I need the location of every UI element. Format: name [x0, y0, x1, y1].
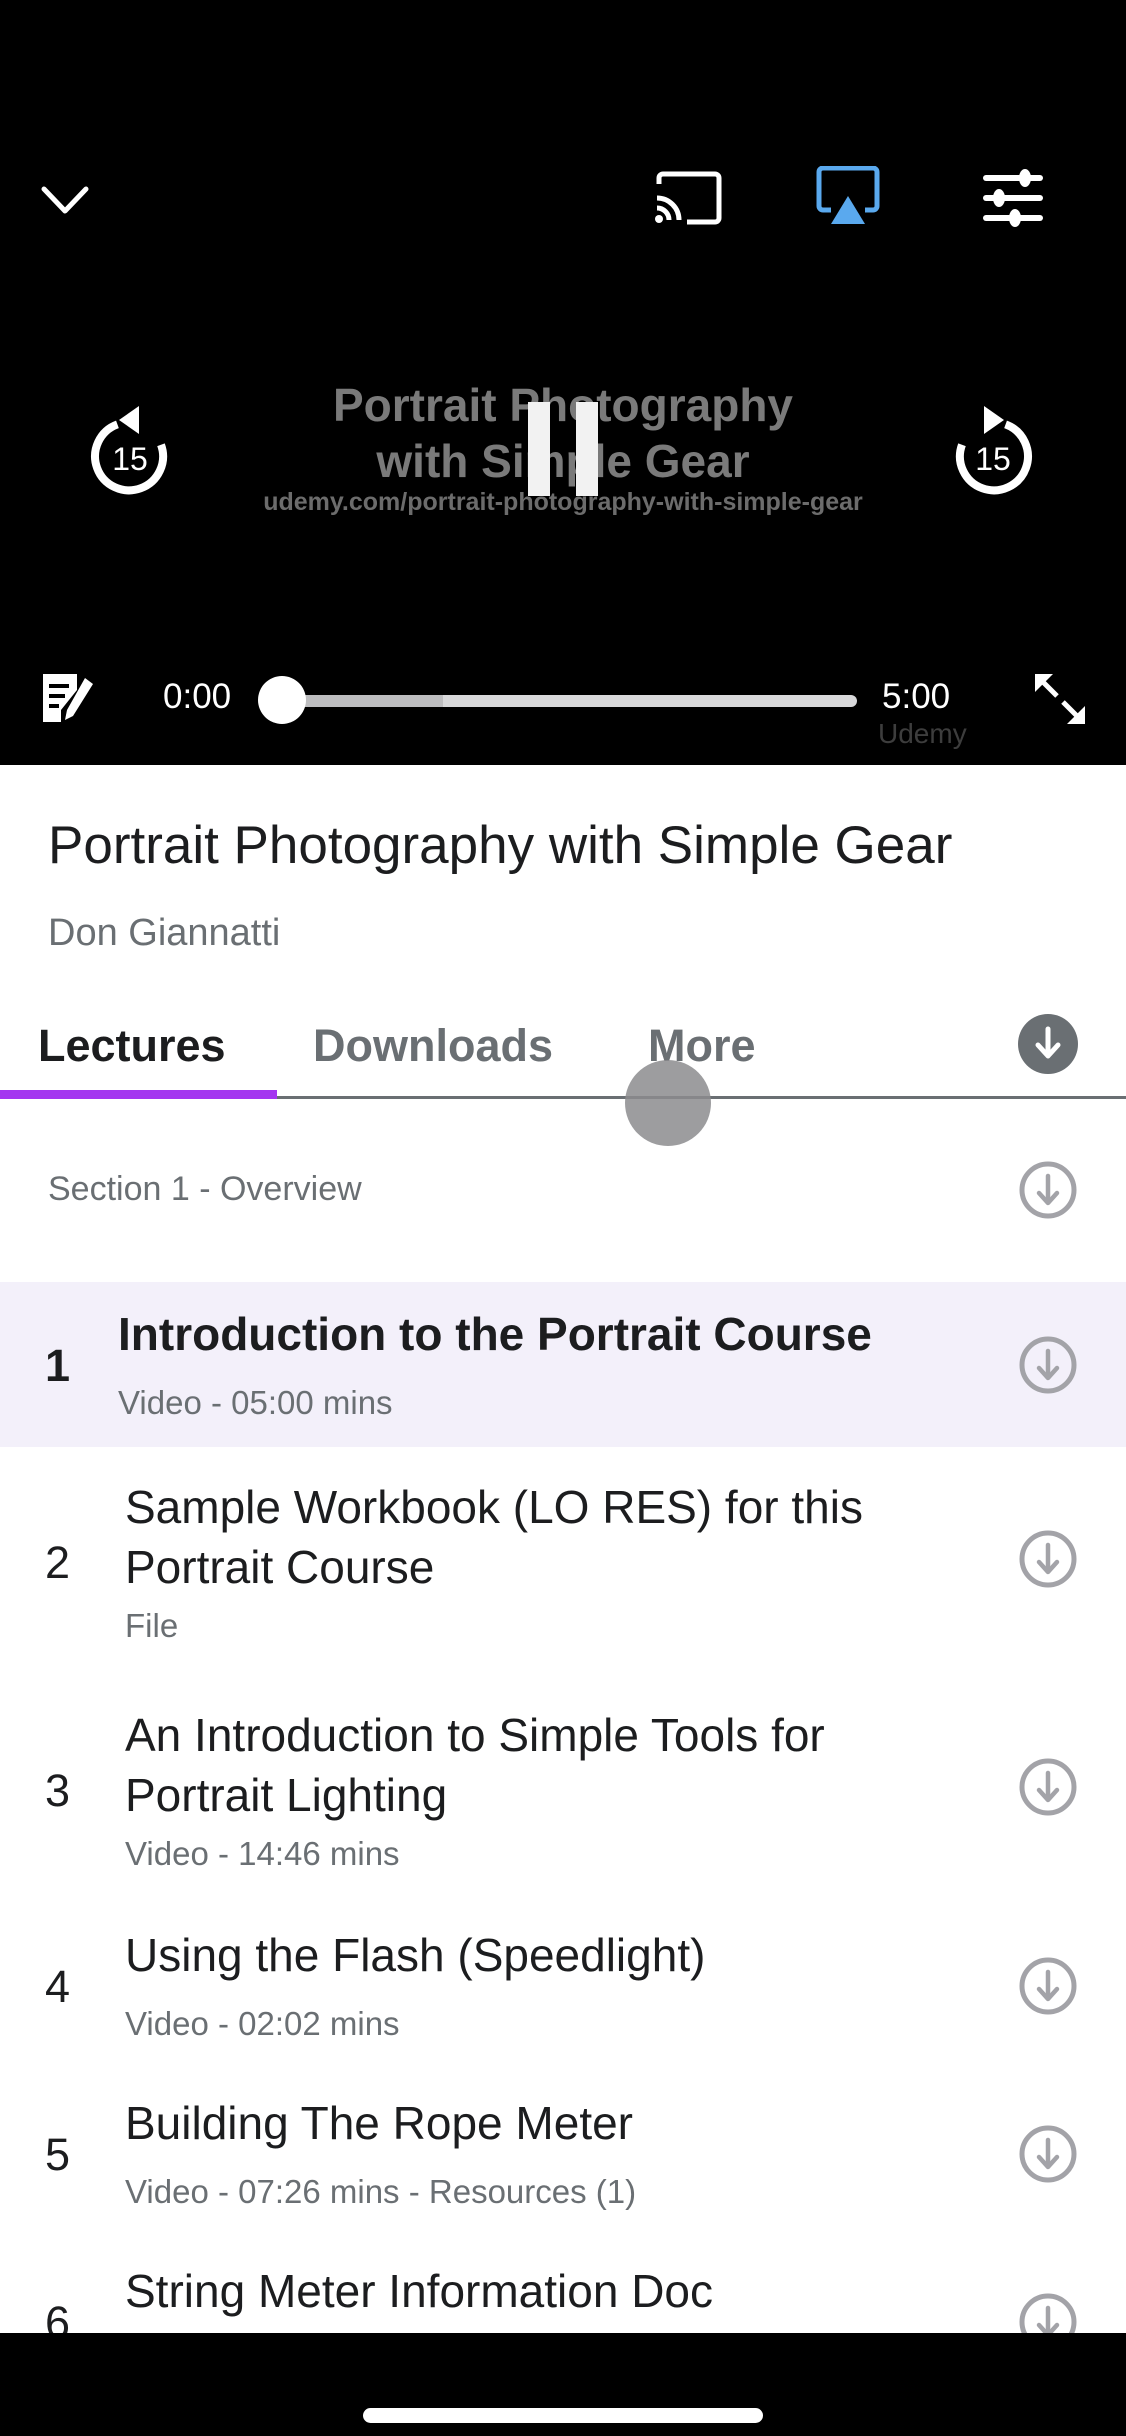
- course-author[interactable]: Don Giannatti: [48, 912, 280, 955]
- skip-forward-label: 15: [975, 441, 1011, 477]
- touch-indicator: [625, 1060, 711, 1146]
- lecture-meta: Video - 07:26 mins - Resources (1): [125, 2173, 637, 2210]
- lecture-title: An Introduction to Simple Tools for Port…: [125, 1709, 825, 1821]
- lecture-title: Sample Workbook (LO RES) for this Portra…: [125, 1481, 863, 1593]
- download-circle-icon: [1019, 1161, 1077, 1219]
- lecture-number: 5: [45, 2129, 71, 2180]
- lecture-download-button[interactable]: [1018, 1529, 1078, 1589]
- lecture-row[interactable]: 3 An Introduction to Simple Tools for Por…: [0, 1675, 1126, 1903]
- minimize-button[interactable]: [35, 170, 95, 230]
- download-circle-icon: [1019, 1336, 1077, 1394]
- rewind-15-icon: 15: [91, 406, 167, 495]
- chevron-down-icon: [41, 186, 89, 214]
- section-header: Section 1 - Overview: [48, 1170, 362, 1208]
- seek-knob[interactable]: [258, 676, 306, 724]
- udemy-watermark: Udemy: [878, 718, 967, 749]
- duration: 5:00: [882, 677, 951, 716]
- lecture-download-button[interactable]: [1018, 2124, 1078, 2184]
- home-indicator[interactable]: [363, 2408, 763, 2423]
- current-time: 0:00: [163, 677, 232, 716]
- lecture-number: 1: [45, 1340, 71, 1391]
- download-circle-icon: [1019, 2125, 1077, 2183]
- cast-button[interactable]: [650, 165, 726, 231]
- section-download-button[interactable]: [1018, 1160, 1078, 1220]
- lecture-download-button[interactable]: [1018, 1956, 1078, 2016]
- video-player[interactable]: Portrait Photography with Simple Gear ud…: [0, 0, 1126, 765]
- airplay-button[interactable]: [812, 162, 884, 230]
- download-icon: [1035, 1026, 1061, 1059]
- sliders-icon: [983, 169, 1043, 227]
- download-all-button[interactable]: [1018, 1014, 1078, 1074]
- notes-button[interactable]: [35, 668, 100, 728]
- tab-downloads[interactable]: Downloads: [313, 1020, 553, 1072]
- fullscreen-icon: [1035, 674, 1085, 724]
- lecture-number: 3: [45, 1765, 71, 1816]
- lecture-title: Using the Flash (Speedlight): [125, 1929, 706, 1981]
- lecture-meta: Video - 14:46 mins: [125, 1835, 400, 1872]
- download-circle-icon: [1019, 1530, 1077, 1588]
- airplay-icon: [816, 166, 880, 224]
- lecture-number: 4: [45, 1961, 71, 2012]
- notes-icon: [42, 674, 93, 722]
- cast-icon: [655, 171, 722, 225]
- lecture-title: Introduction to the Portrait Course: [118, 1308, 872, 1360]
- lecture-download-button[interactable]: [1018, 1757, 1078, 1817]
- lecture-meta: Video - 05:00 mins: [118, 1384, 393, 1421]
- lecture-meta: File: [125, 1607, 179, 1644]
- skip-back-button[interactable]: 15: [85, 398, 175, 498]
- download-circle-icon: [1019, 1957, 1077, 2015]
- lecture-title: Building The Rope Meter: [125, 2097, 633, 2149]
- lecture-number: 2: [45, 1537, 71, 1588]
- tab-lectures[interactable]: Lectures: [38, 1020, 226, 1072]
- lecture-row[interactable]: 5 Building The Rope Meter Video - 07:26 mi…: [0, 2071, 1126, 2239]
- forward-15-icon: 15: [956, 406, 1032, 495]
- fullscreen-button[interactable]: [1030, 668, 1090, 730]
- lecture-download-button[interactable]: [1018, 1335, 1078, 1395]
- skip-forward-button[interactable]: 15: [948, 398, 1038, 498]
- pause-button[interactable]: [510, 395, 616, 505]
- lecture-row[interactable]: 4 Using the Flash (Speedlight) Video - 02:…: [0, 1903, 1126, 2071]
- lecture-row[interactable]: 1 Introduction to the Portrait Course Vide…: [0, 1282, 1126, 1447]
- lecture-row[interactable]: 2 Sample Workbook (LO RES) for this Portr…: [0, 1447, 1126, 1675]
- lecture-title: String Meter Information Doc: [125, 2265, 714, 2317]
- course-title: Portrait Photography with Simple Gear: [48, 816, 953, 875]
- buffered-bar: [282, 695, 443, 707]
- download-circle-icon: [1019, 1758, 1077, 1816]
- lecture-meta: Video - 02:02 mins: [125, 2005, 400, 2042]
- tab-bar: Lectures Downloads More: [0, 1010, 1126, 1100]
- settings-button[interactable]: [975, 165, 1051, 231]
- progress-track[interactable]: [282, 695, 857, 707]
- skip-back-label: 15: [112, 441, 148, 477]
